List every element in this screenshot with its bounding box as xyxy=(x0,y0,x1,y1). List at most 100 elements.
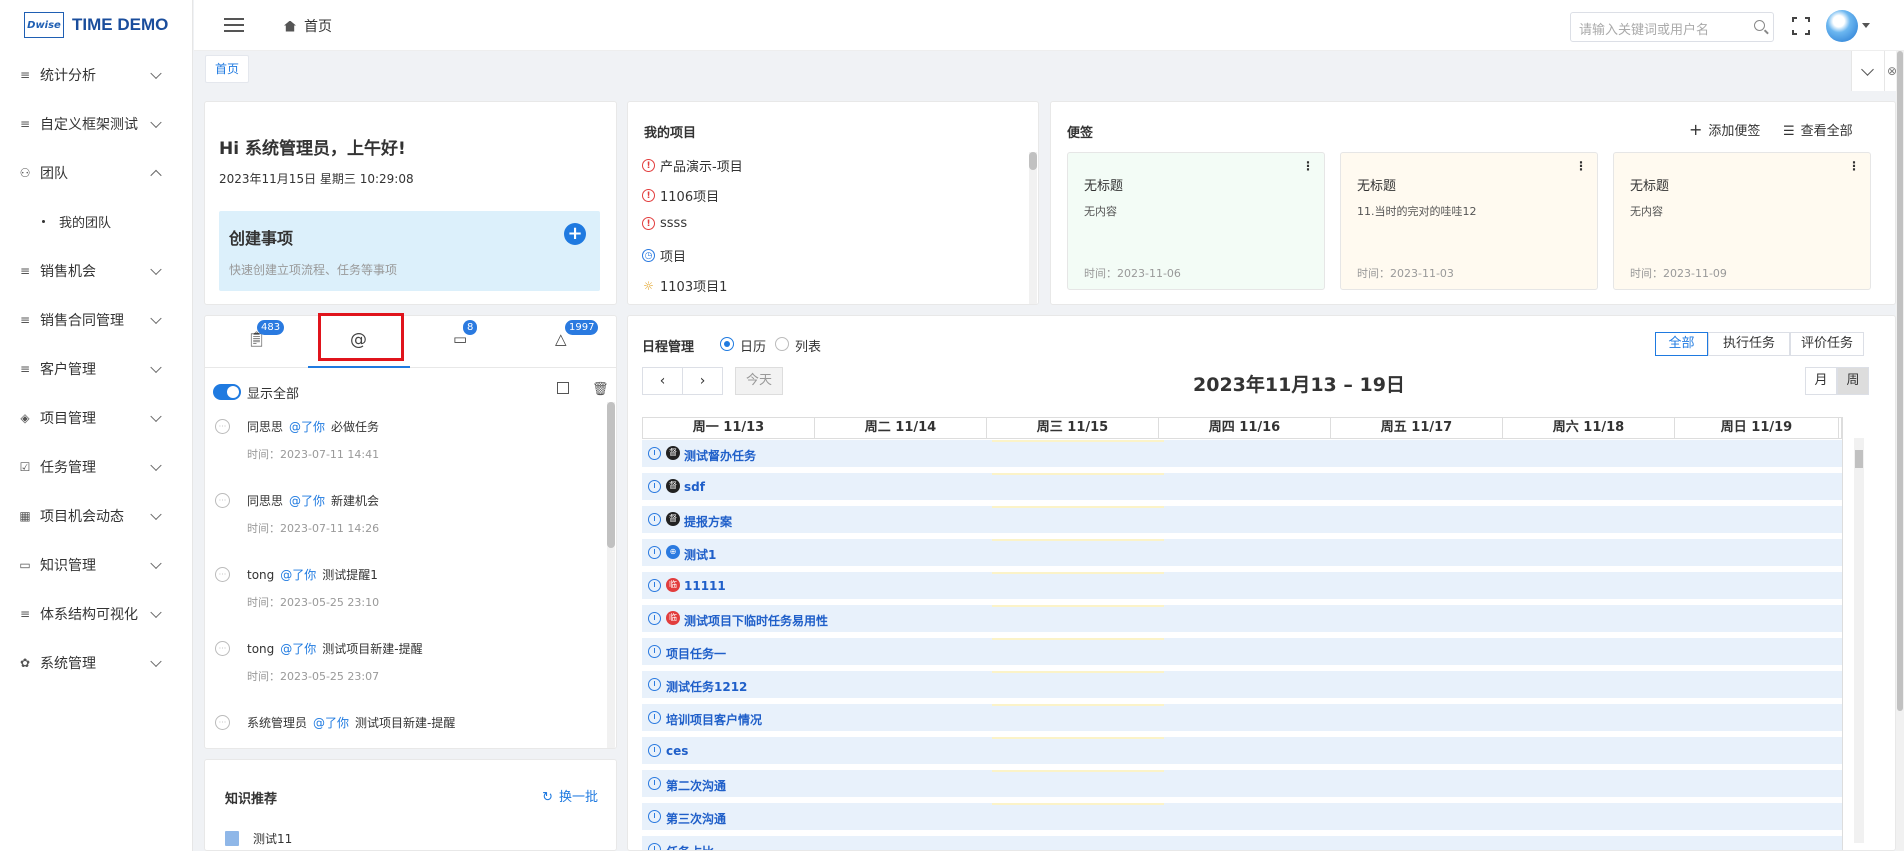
next-week-button[interactable]: › xyxy=(682,367,723,395)
calendar-event[interactable]: 项目任务一 xyxy=(642,637,1852,665)
sidebar-item[interactable]: ≡ 客户管理 xyxy=(0,344,192,393)
prev-week-button[interactable]: ‹ xyxy=(642,367,683,395)
more-icon[interactable]: ⋮ xyxy=(1848,159,1860,173)
project-item[interactable]: ! 产品演示-项目 xyxy=(642,156,743,175)
search-input[interactable]: 请输入关键词或用户名 xyxy=(1570,12,1774,42)
clock-icon xyxy=(648,645,661,658)
calendar-event[interactable]: 测试任务1212 xyxy=(642,670,1852,698)
calendar-scrollbar[interactable] xyxy=(1854,438,1864,843)
tag-home[interactable]: 首页 xyxy=(205,55,250,83)
highlight-box xyxy=(318,313,404,361)
more-icon[interactable]: ⋮ xyxy=(1302,159,1314,173)
search-placeholder: 请输入关键词或用户名 xyxy=(1579,23,1710,38)
note-card[interactable]: 无标题 无内容 时间：2023-11-09 ⋮ xyxy=(1613,152,1871,290)
chevron-down-icon[interactable] xyxy=(1851,51,1884,91)
project-item[interactable]: ! 1106项目 xyxy=(642,186,719,205)
logo[interactable]: Dwise TIME DEMO xyxy=(0,0,192,50)
show-all-toggle[interactable] xyxy=(213,384,241,400)
project-item[interactable]: ◷ 项目 xyxy=(642,246,686,265)
project-item[interactable]: ! ssss xyxy=(642,216,687,231)
more-icon[interactable]: ⋮ xyxy=(1575,159,1587,173)
layers-icon: ◈ xyxy=(20,410,30,425)
sidebar-subitem[interactable]: 我的团队 xyxy=(0,197,192,246)
knowledge-title: 知识推荐 xyxy=(225,792,278,807)
page-scrollbar[interactable] xyxy=(1896,51,1904,851)
sidebar-item[interactable]: ≡ 自定义框架测试 xyxy=(0,99,192,148)
calendar-event[interactable]: ces xyxy=(642,736,1852,764)
list-icon: ≡ xyxy=(19,116,31,131)
filter-eval[interactable]: 评价任务 xyxy=(1790,332,1864,356)
calendar-event[interactable]: 培训项目客户情况 xyxy=(642,703,1852,731)
warning-icon: ! xyxy=(642,217,655,230)
message-user: tong xyxy=(247,568,275,582)
copy-icon[interactable] xyxy=(557,382,569,394)
clock-icon xyxy=(648,546,661,559)
clock-icon xyxy=(648,579,661,592)
messages-scrollbar[interactable] xyxy=(607,402,615,748)
search-icon[interactable] xyxy=(1754,20,1765,31)
knowledge-item[interactable]: 测试11 xyxy=(225,830,292,847)
event-title: 测试1 xyxy=(684,548,717,562)
sidebar-item[interactable]: ◈ 项目管理 xyxy=(0,393,192,442)
sidebar-item[interactable]: ≡ 销售机会 xyxy=(0,246,192,295)
chevron-up-icon xyxy=(150,169,162,181)
event-title: 项目任务一 xyxy=(666,647,727,661)
event-title: ces xyxy=(666,744,689,758)
event-title: 培训项目客户情况 xyxy=(666,713,763,727)
note-card[interactable]: 无标题 11.当时的完对的哇哇12 时间：2023-11-03 ⋮ xyxy=(1340,152,1598,290)
tab-notifications[interactable]: △ 1997 xyxy=(555,320,599,350)
calendar-event[interactable]: 督测试督办任务 xyxy=(642,439,1852,467)
fullscreen-icon[interactable] xyxy=(1791,16,1811,36)
schedule-title: 日程管理 xyxy=(642,340,695,355)
sidebar-item[interactable]: ⚇ 团队 xyxy=(0,148,192,197)
chevron-down-icon xyxy=(150,557,162,569)
note-card[interactable]: 无标题 无内容 时间：2023-11-06 ⋮ xyxy=(1067,152,1325,290)
add-note-button[interactable]: + 添加便签 xyxy=(1689,120,1760,139)
event-badge-icon: 督 xyxy=(666,446,680,460)
document-icon xyxy=(225,831,239,846)
sidebar-item[interactable]: ✿ 系统管理 xyxy=(0,638,192,687)
caret-down-icon[interactable] xyxy=(1862,23,1870,28)
tab-comments[interactable]: ▭ 8 xyxy=(453,320,478,350)
menu-toggle-icon[interactable] xyxy=(224,18,244,32)
message-content: 新建机会 xyxy=(331,494,380,508)
calendar-event[interactable]: 督提报方案 xyxy=(642,505,1852,533)
sidebar-item[interactable]: ≡ 体系结构可视化 xyxy=(0,589,192,638)
sidebar-item[interactable]: ▭ 知识管理 xyxy=(0,540,192,589)
event-badge-icon: 督 xyxy=(666,512,680,526)
calendar-event[interactable]: 临测试项目下临时任务易用性 xyxy=(642,604,1852,632)
calendar-event[interactable]: 临 11111 xyxy=(642,571,1852,599)
plus-icon[interactable]: + xyxy=(564,223,586,245)
radio-list[interactable] xyxy=(775,337,789,351)
calendar-event[interactable]: 任务占比 xyxy=(642,835,1852,850)
sidebar-item-label: 体系结构可视化 xyxy=(40,606,138,623)
plus-icon: + xyxy=(1689,120,1703,139)
filter-exec[interactable]: 执行任务 xyxy=(1708,332,1790,356)
calendar-event[interactable]: 第二次沟通 xyxy=(642,769,1852,797)
project-name: 项目 xyxy=(660,250,687,265)
today-button[interactable]: 今天 xyxy=(735,367,783,395)
filter-all[interactable]: 全部 xyxy=(1655,332,1708,356)
radio-calendar[interactable] xyxy=(720,337,734,351)
sidebar-item[interactable]: ▦ 项目机会动态 xyxy=(0,491,192,540)
radio-list-label: 列表 xyxy=(795,340,822,355)
refresh-button[interactable]: ↻ 换一批 xyxy=(542,786,598,805)
sidebar-item[interactable]: ≡ 销售合同管理 xyxy=(0,295,192,344)
clock-icon xyxy=(648,843,661,850)
view-all-notes-button[interactable]: ☰ 查看全部 xyxy=(1783,120,1853,139)
project-item[interactable]: ☼ 1103项目1 xyxy=(642,276,727,296)
active-tab-indicator xyxy=(308,366,410,368)
calendar-event[interactable]: 督 sdf xyxy=(642,472,1852,500)
calendar-event[interactable]: ⊕ 测试1 xyxy=(642,538,1852,566)
sidebar-item[interactable]: ≡ 统计分析 xyxy=(0,50,192,99)
sidebar-item[interactable]: ☑ 任务管理 xyxy=(0,442,192,491)
create-item-panel[interactable]: 创建事项 快速创建立项流程、任务等事项 + xyxy=(219,211,600,291)
calendar-event[interactable]: 第三次沟通 xyxy=(642,802,1852,830)
projects-scrollbar[interactable] xyxy=(1029,152,1037,304)
tab-tasks[interactable]: 📋︎ 483 xyxy=(247,320,285,350)
list-icon: ≡ xyxy=(19,606,31,621)
avatar[interactable] xyxy=(1826,10,1858,42)
month-view-button[interactable]: 月 xyxy=(1805,367,1837,395)
trash-icon[interactable]: 🗑︎ xyxy=(592,382,609,397)
week-view-button[interactable]: 周 xyxy=(1837,367,1869,395)
